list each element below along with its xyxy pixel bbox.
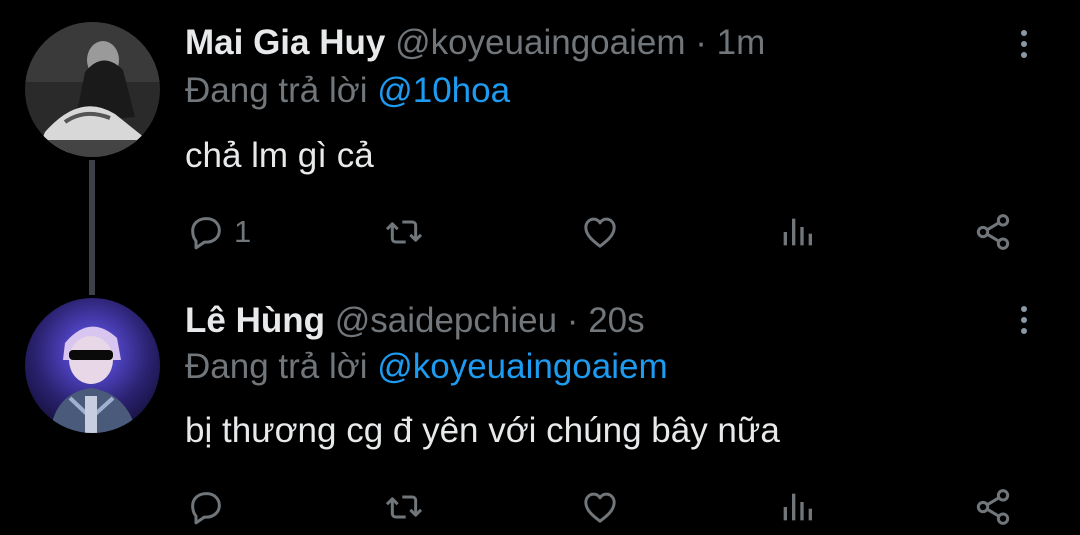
- retweet-button[interactable]: [384, 485, 424, 529]
- tweet-text: bị thương cg đ yên với chúng bây nữa: [185, 411, 780, 450]
- like-button[interactable]: [580, 485, 620, 529]
- like-icon: [584, 492, 616, 523]
- avatar[interactable]: [25, 298, 160, 433]
- more-dot: [1021, 317, 1027, 323]
- separator-dot: ·: [695, 23, 707, 62]
- timestamp[interactable]: 20s: [588, 301, 644, 340]
- tweet-header: Mai Gia Huy @koyeuaingoaiem · 1m: [185, 23, 1010, 63]
- share-button[interactable]: [973, 485, 1013, 529]
- analytics-icon: [783, 218, 812, 246]
- like-icon: [584, 217, 616, 248]
- share-icon: [976, 214, 1010, 250]
- reply-icon: [191, 492, 221, 525]
- more-vertical-icon: [1021, 306, 1027, 312]
- more-dot: [1021, 41, 1027, 47]
- reply-count: 1: [234, 214, 252, 249]
- replying-label: Đang trả lời: [185, 347, 368, 386]
- tweet[interactable]: Lê Hùng @saidepchieu · 20s Đang trả lời …: [0, 290, 1080, 535]
- display-name[interactable]: Lê Hùng: [185, 301, 325, 340]
- replying-to-line: Đang trả lời @10hoa: [185, 71, 510, 111]
- more-options-button[interactable]: [1008, 300, 1040, 340]
- user-handle[interactable]: @saidepchieu: [335, 301, 557, 340]
- tweet-header: Lê Hùng @saidepchieu · 20s: [185, 301, 1010, 341]
- more-options-button[interactable]: [1008, 24, 1040, 64]
- more-dot: [1021, 52, 1027, 58]
- more-vertical-icon: [1021, 30, 1027, 36]
- separator-dot: ·: [566, 301, 579, 340]
- share-button[interactable]: [973, 210, 1013, 254]
- like-button[interactable]: [580, 210, 620, 254]
- reply-button[interactable]: [186, 485, 234, 529]
- avatar-photo-icon: [25, 298, 160, 433]
- tweet[interactable]: Mai Gia Huy @koyeuaingoaiem · 1m Đang tr…: [0, 0, 1080, 295]
- analytics-button[interactable]: [777, 210, 817, 254]
- tweet-actions: 1: [0, 210, 1080, 254]
- user-handle[interactable]: @koyeuaingoaiem: [395, 23, 685, 62]
- more-dot: [1021, 328, 1027, 334]
- display-name[interactable]: Mai Gia Huy: [185, 23, 385, 62]
- reply-button[interactable]: 1: [186, 210, 251, 254]
- analytics-icon: [783, 493, 812, 521]
- tweet-actions: [0, 485, 1080, 529]
- reply-icon: [191, 217, 221, 250]
- retweet-icon: [385, 495, 423, 519]
- retweet-button[interactable]: [384, 210, 424, 254]
- timestamp[interactable]: 1m: [717, 23, 766, 62]
- share-icon: [976, 489, 1010, 525]
- replying-label: Đang trả lời: [185, 71, 368, 110]
- retweet-icon: [385, 220, 423, 244]
- replying-to-mention[interactable]: @10hoa: [377, 71, 510, 110]
- analytics-button[interactable]: [777, 485, 817, 529]
- replying-to-mention[interactable]: @koyeuaingoaiem: [377, 347, 667, 386]
- replying-to-line: Đang trả lời @koyeuaingoaiem: [185, 347, 668, 387]
- avatar-photo-icon: [25, 22, 160, 157]
- avatar[interactable]: [25, 22, 160, 157]
- tweet-text: chả lm gì cả: [185, 136, 374, 175]
